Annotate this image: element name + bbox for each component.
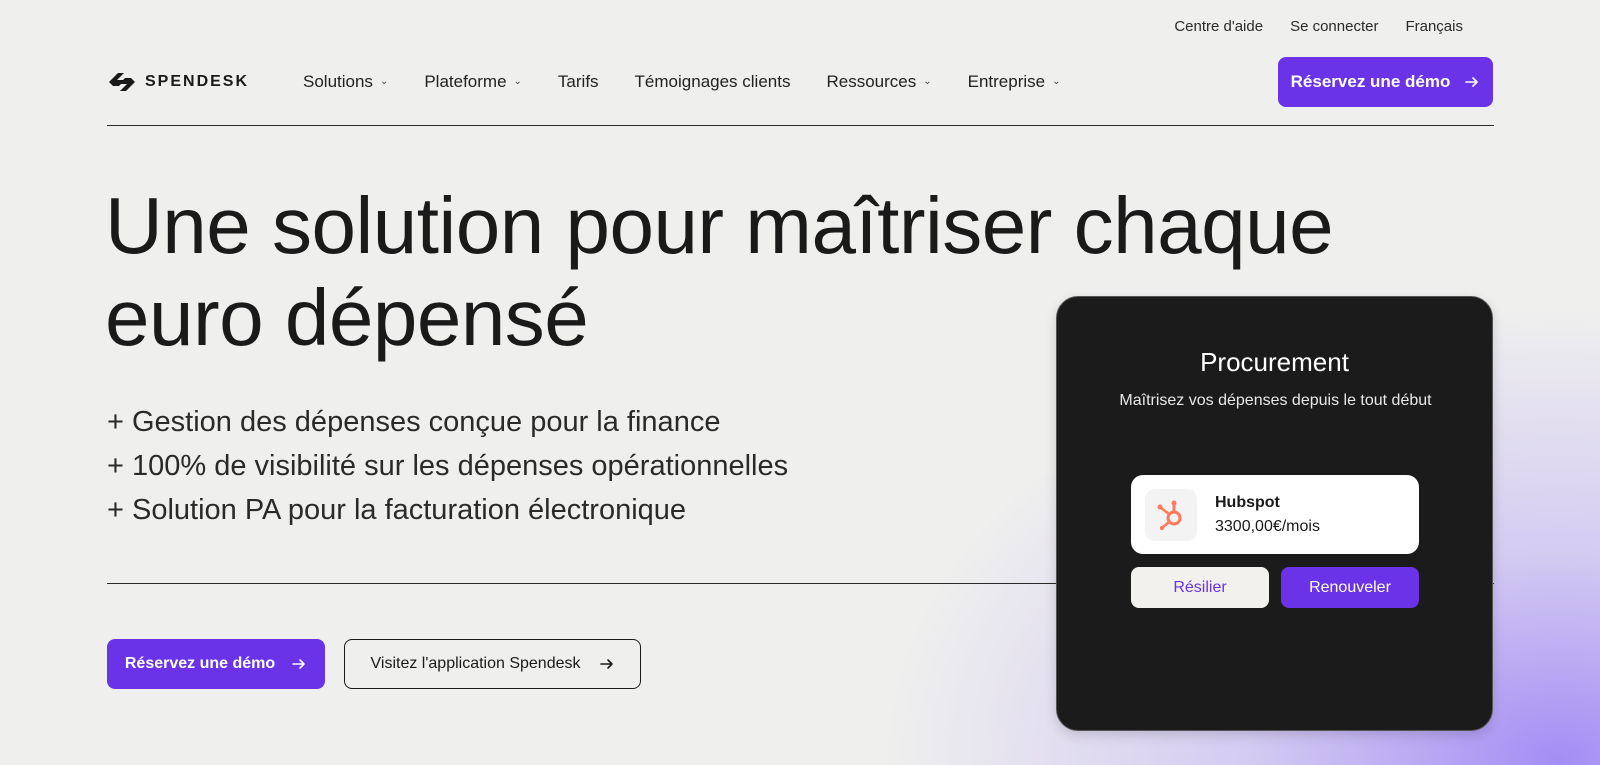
nav-item-label: Entreprise: [967, 72, 1046, 91]
nav-item-entreprise[interactable]: Entreprise ⌄: [968, 72, 1061, 92]
book-demo-label: Réservez une démo: [1290, 72, 1451, 91]
language-selector[interactable]: Français: [1405, 18, 1463, 35]
nav-item-plateforme[interactable]: Plateforme ⌄: [424, 72, 522, 92]
hero-title-line-1: Une solution pour maîtriser chaque: [105, 181, 1334, 270]
book-demo-label: Réservez une démo: [124, 655, 276, 672]
chevron-down-icon: ⌄: [923, 75, 932, 87]
subscription-name: Hubspot: [1215, 493, 1280, 511]
renew-subscription-button[interactable]: Renouveler: [1281, 567, 1419, 608]
cancel-subscription-button[interactable]: Résilier: [1131, 567, 1269, 608]
nav-divider: [107, 125, 1494, 126]
nav-item-label: Tarifs: [557, 72, 599, 91]
spendesk-logo[interactable]: SPENDESK: [107, 70, 303, 94]
book-demo-button-nav[interactable]: Réservez une démo: [1278, 57, 1493, 107]
bullet-item: + Gestion des dépenses conçue pour la fi…: [107, 406, 721, 438]
nav-item-label: Ressources: [826, 72, 917, 91]
card-subtitle: Maîtrisez vos dépenses depuis le tout dé…: [1119, 392, 1432, 409]
chevron-down-icon: ⌄: [513, 75, 522, 87]
arrow-right-icon: [599, 659, 613, 669]
card-title: Procurement: [1200, 347, 1349, 377]
visit-app-label: Visitez l'application Spendesk: [370, 655, 581, 672]
nav-item-ressources[interactable]: Ressources ⌄: [826, 72, 931, 92]
subscription-details: Hubspot 3300,00€/mois: [1215, 494, 1320, 536]
hubspot-icon: [1157, 500, 1182, 530]
bullet-item: + Solution PA pour la facturation électr…: [107, 494, 687, 526]
brand-name: SPENDESK: [145, 73, 250, 90]
nav-item-label: Plateforme: [424, 72, 507, 91]
nav-item-solutions[interactable]: Solutions ⌄: [303, 72, 388, 92]
hero-bullets: + Gestion des dépenses conçue pour la fi…: [107, 400, 788, 532]
arrow-right-icon: [292, 659, 305, 669]
chevron-down-icon: ⌄: [1052, 75, 1061, 87]
book-demo-button[interactable]: Réservez une démo: [107, 639, 325, 689]
spendesk-logo-icon: [109, 73, 135, 91]
help-center-link[interactable]: Centre d'aide: [1174, 18, 1263, 35]
nav-item-temoignages[interactable]: Témoignages clients: [635, 72, 791, 92]
nav-item-tarifs[interactable]: Tarifs: [558, 72, 599, 92]
bullet-item: + 100% de visibilité sur les dépenses op…: [107, 450, 789, 482]
main-nav: SPENDESK Solutions ⌄ Plateforme ⌄ Tarifs…: [107, 57, 1493, 107]
nav-item-label: Solutions: [303, 72, 373, 91]
procurement-card: Procurement Maîtrisez vos dépenses depui…: [1056, 296, 1493, 731]
chevron-down-icon: ⌄: [379, 75, 389, 87]
utility-bar: Centre d'aide Se connecter Français: [1174, 18, 1463, 35]
nav-item-label: Témoignages clients: [634, 72, 791, 91]
hubspot-logo: [1145, 488, 1197, 541]
subscription-item: Hubspot 3300,00€/mois: [1131, 475, 1419, 554]
login-link[interactable]: Se connecter: [1290, 18, 1378, 35]
nav-menu: Solutions ⌄ Plateforme ⌄ Tarifs Témoigna…: [303, 72, 1061, 92]
subscription-price: 3300,00€/mois: [1215, 517, 1320, 535]
arrow-right-icon: [1465, 77, 1479, 87]
hero-title-line-2: euro dépensé: [105, 273, 589, 362]
visit-app-button[interactable]: Visitez l'application Spendesk: [344, 639, 641, 689]
